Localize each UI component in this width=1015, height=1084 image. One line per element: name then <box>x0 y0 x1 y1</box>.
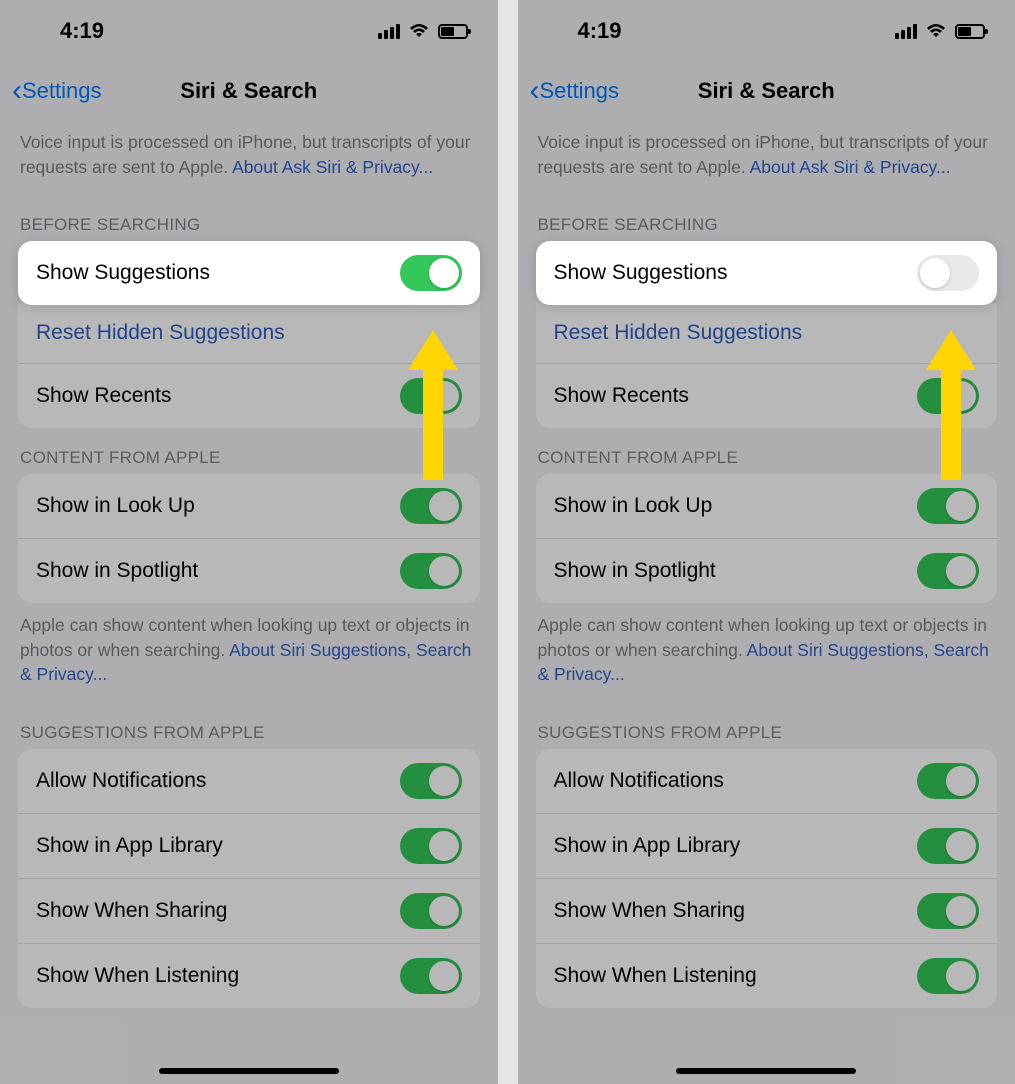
show-suggestions-row: Show Suggestions <box>18 241 480 305</box>
reset-hidden-suggestions-row[interactable]: Reset Hidden Suggestions <box>536 303 998 363</box>
allow-notifications-toggle[interactable] <box>917 763 979 799</box>
show-in-app-library-row: Show in App Library <box>536 813 998 878</box>
section-content-from-apple: CONTENT FROM APPLE <box>0 428 498 474</box>
show-when-listening-toggle[interactable] <box>400 958 462 994</box>
reset-hidden-suggestions-row[interactable]: Reset Hidden Suggestions <box>18 303 480 363</box>
reset-hidden-suggestions-label: Reset Hidden Suggestions <box>36 321 285 345</box>
show-when-listening-label: Show When Listening <box>554 964 757 988</box>
show-in-lookup-toggle[interactable] <box>400 488 462 524</box>
show-when-sharing-toggle[interactable] <box>400 893 462 929</box>
status-time: 4:19 <box>578 18 622 44</box>
section-suggestions-from-apple: SUGGESTIONS FROM APPLE <box>518 703 1015 749</box>
show-in-app-library-label: Show in App Library <box>36 834 223 858</box>
section-content-from-apple: CONTENT FROM APPLE <box>518 428 1015 474</box>
wifi-icon <box>925 23 947 39</box>
screenshot-left: 4:19 ‹ Settings Siri & Search Voice inpu… <box>0 0 498 1084</box>
show-in-lookup-toggle[interactable] <box>917 488 979 524</box>
status-bar: 4:19 <box>0 0 498 62</box>
show-in-lookup-row: Show in Look Up <box>536 474 998 538</box>
allow-notifications-label: Allow Notifications <box>36 769 206 793</box>
show-in-lookup-row: Show in Look Up <box>18 474 480 538</box>
show-suggestions-row: Show Suggestions <box>536 241 998 305</box>
show-recents-toggle[interactable] <box>917 378 979 414</box>
show-in-app-library-toggle[interactable] <box>400 828 462 864</box>
section-suggestions-from-apple: SUGGESTIONS FROM APPLE <box>0 703 498 749</box>
section-before-searching: BEFORE SEARCHING <box>518 195 1015 241</box>
show-recents-row: Show Recents <box>18 363 480 428</box>
siri-privacy-description: Voice input is processed on iPhone, but … <box>0 120 498 195</box>
show-in-spotlight-row: Show in Spotlight <box>18 538 480 603</box>
show-in-app-library-row: Show in App Library <box>18 813 480 878</box>
section-before-searching: BEFORE SEARCHING <box>0 195 498 241</box>
show-when-listening-row: Show When Listening <box>18 943 480 1008</box>
show-in-app-library-label: Show in App Library <box>554 834 741 858</box>
allow-notifications-label: Allow Notifications <box>554 769 724 793</box>
status-bar: 4:19 <box>518 0 1015 62</box>
allow-notifications-toggle[interactable] <box>400 763 462 799</box>
status-icons <box>895 23 985 39</box>
allow-notifications-row: Allow Notifications <box>18 749 480 813</box>
status-time: 4:19 <box>60 18 104 44</box>
show-when-sharing-label: Show When Sharing <box>554 899 745 923</box>
reset-hidden-suggestions-label: Reset Hidden Suggestions <box>554 321 803 345</box>
show-in-lookup-label: Show in Look Up <box>36 494 195 518</box>
screenshot-right: 4:19 ‹ Settings Siri & Search Voice inpu… <box>518 0 1015 1084</box>
home-indicator <box>159 1068 339 1074</box>
status-icons <box>378 23 468 39</box>
show-when-listening-row: Show When Listening <box>536 943 998 1008</box>
apple-content-description: Apple can show content when looking up t… <box>518 603 1015 703</box>
show-in-spotlight-toggle[interactable] <box>400 553 462 589</box>
show-when-sharing-label: Show When Sharing <box>36 899 227 923</box>
show-recents-label: Show Recents <box>36 384 171 408</box>
back-button[interactable]: Settings <box>22 78 102 104</box>
cellular-icon <box>895 24 917 39</box>
nav-header: ‹ Settings Siri & Search <box>518 62 1015 120</box>
home-indicator <box>676 1068 856 1074</box>
battery-icon <box>438 24 468 39</box>
show-suggestions-label: Show Suggestions <box>554 261 728 285</box>
back-chevron-icon[interactable]: ‹ <box>530 74 540 108</box>
show-in-app-library-toggle[interactable] <box>917 828 979 864</box>
show-in-spotlight-row: Show in Spotlight <box>536 538 998 603</box>
back-button[interactable]: Settings <box>540 78 620 104</box>
nav-header: ‹ Settings Siri & Search <box>0 62 498 120</box>
show-recents-label: Show Recents <box>554 384 689 408</box>
ask-siri-privacy-link[interactable]: About Ask Siri & Privacy... <box>750 157 951 177</box>
show-in-spotlight-toggle[interactable] <box>917 553 979 589</box>
show-recents-row: Show Recents <box>536 363 998 428</box>
apple-content-description: Apple can show content when looking up t… <box>0 603 498 703</box>
show-in-spotlight-label: Show in Spotlight <box>554 559 716 583</box>
back-chevron-icon[interactable]: ‹ <box>12 74 22 108</box>
battery-icon <box>955 24 985 39</box>
show-recents-toggle[interactable] <box>400 378 462 414</box>
show-in-lookup-label: Show in Look Up <box>554 494 713 518</box>
show-when-sharing-row: Show When Sharing <box>536 878 998 943</box>
wifi-icon <box>408 23 430 39</box>
show-when-sharing-toggle[interactable] <box>917 893 979 929</box>
allow-notifications-row: Allow Notifications <box>536 749 998 813</box>
show-suggestions-label: Show Suggestions <box>36 261 210 285</box>
show-when-sharing-row: Show When Sharing <box>18 878 480 943</box>
show-when-listening-label: Show When Listening <box>36 964 239 988</box>
show-suggestions-toggle[interactable] <box>400 255 462 291</box>
show-suggestions-toggle[interactable] <box>917 255 979 291</box>
cellular-icon <box>378 24 400 39</box>
siri-privacy-description: Voice input is processed on iPhone, but … <box>518 120 1015 195</box>
show-when-listening-toggle[interactable] <box>917 958 979 994</box>
show-in-spotlight-label: Show in Spotlight <box>36 559 198 583</box>
ask-siri-privacy-link[interactable]: About Ask Siri & Privacy... <box>232 157 433 177</box>
